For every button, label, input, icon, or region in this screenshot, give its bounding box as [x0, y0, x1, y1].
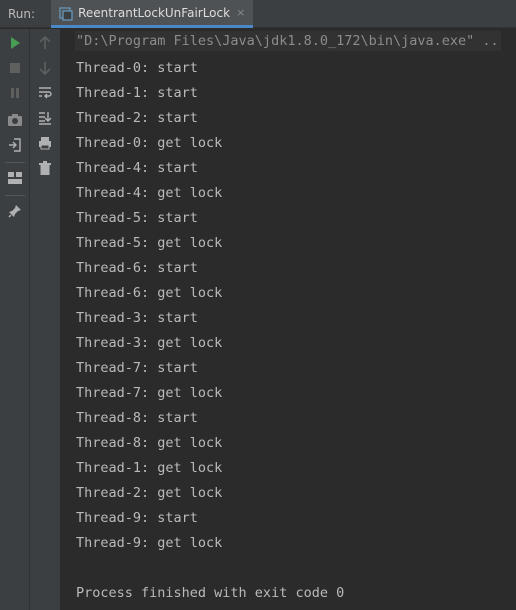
console-line: Thread-6: get lock — [76, 285, 223, 301]
down-arrow-icon[interactable] — [37, 60, 53, 76]
tab-label: ReentrantLockUnFairLock — [78, 5, 231, 20]
console-line: Thread-1: get lock — [76, 460, 223, 476]
console-line: Thread-3: get lock — [76, 335, 223, 351]
camera-icon[interactable] — [7, 112, 23, 128]
console-line: Thread-2: start — [76, 110, 198, 126]
print-icon[interactable] — [37, 135, 53, 151]
command-line: "D:\Program Files\Java\jdk1.8.0_172\bin\… — [75, 31, 501, 51]
run-config-icon — [59, 6, 73, 21]
exit-message: Process finished with exit code 0 — [76, 585, 345, 601]
console-lines: Thread-0: start Thread-1: start Thread-2: … — [76, 56, 344, 606]
console-line: Thread-9: get lock — [76, 535, 223, 551]
exit-icon[interactable] — [7, 137, 23, 153]
run-icon[interactable] — [7, 35, 23, 51]
run-header: Run: ReentrantLockUnFairLock × — [0, 0, 516, 28]
toolbar-primary — [0, 29, 30, 610]
run-label: Run: — [8, 6, 36, 21]
console-output[interactable]: "D:\Program Files\Java\jdk1.8.0_172\bin\… — [61, 29, 516, 610]
console-line: Thread-3: start — [76, 310, 198, 326]
pin-icon[interactable] — [7, 203, 23, 219]
console-line: Thread-1: start — [76, 85, 198, 101]
pause-icon[interactable] — [7, 85, 23, 101]
toolbar-separator — [5, 195, 25, 196]
console-line: Thread-0: start — [76, 60, 198, 76]
toolbar-secondary — [30, 29, 61, 610]
layout-icon[interactable] — [7, 170, 23, 186]
console-line: Thread-4: start — [76, 160, 198, 176]
soft-wrap-icon[interactable] — [37, 85, 53, 101]
tab-reentrant-lock-unfair-lock[interactable]: ReentrantLockUnFairLock × — [51, 0, 254, 28]
up-arrow-icon[interactable] — [37, 35, 53, 51]
console-line: Thread-8: start — [76, 410, 198, 426]
console-line: Thread-9: start — [76, 510, 198, 526]
console-line: Thread-5: get lock — [76, 235, 223, 251]
console-line: Thread-6: start — [76, 260, 198, 276]
console-line: Thread-8: get lock — [76, 435, 223, 451]
console-line: Thread-4: get lock — [76, 185, 223, 201]
console-line: Thread-0: get lock — [76, 135, 223, 151]
scroll-to-end-icon[interactable] — [37, 110, 53, 126]
console-line: Thread-5: start — [76, 210, 198, 226]
close-icon[interactable]: × — [236, 7, 245, 18]
run-tool-window: Run: ReentrantLockUnFairLock × "D:\Progr… — [0, 0, 516, 610]
toolbar-separator — [5, 162, 25, 163]
stop-icon[interactable] — [7, 60, 23, 76]
trash-icon[interactable] — [37, 160, 53, 176]
console-line: Thread-2: get lock — [76, 485, 223, 501]
console-line: Thread-7: get lock — [76, 385, 223, 401]
console-line: Thread-7: start — [76, 360, 198, 376]
